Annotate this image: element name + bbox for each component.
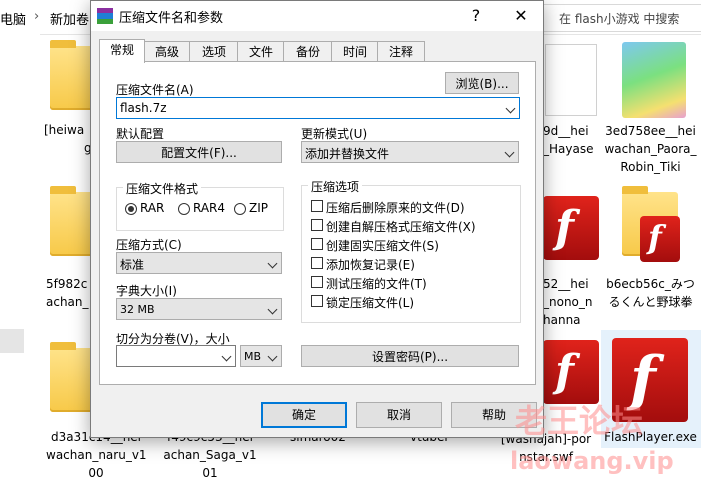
browse-button[interactable]: 浏览(B)...: [445, 72, 519, 94]
split-size-input[interactable]: [116, 345, 236, 367]
archive-params-dialog: 压缩文件名和参数 ? ✕ 常规 高级 选项 文件 备份 时间 注释 压缩文件名(…: [90, 0, 544, 438]
method-value: 标准: [120, 258, 145, 272]
flash-file-icon[interactable]: f: [543, 340, 599, 404]
option-test-label[interactable]: 测试压缩的文件(T): [326, 275, 427, 292]
navigation-pane: [0, 34, 40, 487]
format-rar4-label[interactable]: RAR4: [193, 201, 225, 215]
option-solid-label[interactable]: 创建固实压缩文件(S): [326, 237, 439, 254]
tab-backup[interactable]: 备份: [283, 41, 333, 62]
update-mode-select[interactable]: 添加并替换文件: [301, 141, 519, 163]
search-placeholder: 在 flash小游戏 中搜索: [559, 12, 680, 26]
option-checkbox[interactable]: [311, 295, 323, 307]
option-recovery-label[interactable]: 添加恢复记录(E): [326, 256, 415, 273]
default-profile-label: 默认配置: [116, 127, 165, 141]
chevron-down-icon[interactable]: [507, 105, 514, 112]
format-zip-label[interactable]: ZIP: [249, 201, 268, 215]
option-checkbox[interactable]: [311, 200, 323, 212]
archive-name-label: 压缩文件名(A): [116, 83, 194, 97]
breadcrumb-pc[interactable]: 电脑: [0, 9, 26, 28]
option-sfx-label[interactable]: 创建自解压格式压缩文件(X): [326, 218, 476, 235]
chevron-down-icon: [506, 149, 513, 156]
ok-button[interactable]: 确定: [261, 402, 347, 428]
anime-thumbnail-image[interactable]: [622, 42, 686, 118]
tab-files[interactable]: 文件: [237, 41, 285, 62]
tile-caption: 52__hei _nono_n hanna: [543, 277, 593, 327]
dict-size-select[interactable]: 32 MB: [116, 298, 282, 320]
tab-advanced[interactable]: 高级: [143, 41, 191, 62]
chevron-down-icon: [269, 353, 276, 360]
option-checkbox[interactable]: [311, 238, 323, 250]
profiles-button[interactable]: 配置文件(F)...: [116, 141, 282, 163]
breadcrumb-separator: ›: [34, 9, 40, 24]
method-label: 压缩方式(C): [116, 238, 182, 252]
document-icon[interactable]: [545, 44, 597, 116]
option-checkbox[interactable]: [311, 276, 323, 288]
nav-selected-item[interactable]: [0, 329, 24, 353]
watermark-url: laowang.vip: [510, 447, 674, 475]
update-mode-label: 更新模式(U): [301, 127, 368, 141]
flash-f-icon: f: [648, 218, 662, 256]
method-select[interactable]: 标准: [116, 252, 282, 274]
options-group-label: 压缩选项: [308, 178, 363, 195]
format-rar-label[interactable]: RAR: [140, 201, 164, 215]
dialog-titlebar[interactable]: 压缩文件名和参数 ? ✕: [91, 1, 543, 31]
options-group: 压缩选项 压缩后删除原来的文件(D) 创建自解压格式压缩文件(X) 创建固实压缩…: [301, 178, 521, 323]
tab-comment[interactable]: 注释: [377, 41, 425, 62]
option-delete-after-label[interactable]: 压缩后删除原来的文件(D): [326, 199, 465, 216]
chevron-down-icon: [269, 306, 276, 313]
update-mode-value: 添加并替换文件: [305, 147, 390, 161]
tab-options[interactable]: 选项: [189, 41, 239, 62]
option-checkbox[interactable]: [311, 257, 323, 269]
flash-f-icon: f: [555, 346, 574, 397]
search-input[interactable]: 在 flash小游戏 中搜索: [540, 4, 701, 32]
format-group: 压缩文件格式 RAR RAR4 ZIP: [116, 180, 284, 231]
tab-time[interactable]: 时间: [331, 41, 379, 62]
tile-caption: b6ecb56c_みつ るくんと野球拳: [606, 277, 695, 309]
flash-file-icon[interactable]: f: [543, 196, 599, 260]
split-unit-value: MB: [244, 350, 262, 363]
set-password-button[interactable]: 设置密码(P)...: [301, 345, 519, 367]
breadcrumb-folder[interactable]: 新加卷: [50, 9, 89, 28]
dict-size-label: 字典大小(I): [116, 284, 177, 298]
help-icon[interactable]: ?: [461, 5, 491, 27]
watermark-logo-text: 老王论坛: [515, 402, 644, 440]
tile-caption: 3ed758ee__hei wachan_Paora_ Robin_Tiki: [604, 124, 697, 174]
chevron-down-icon[interactable]: [223, 353, 230, 360]
winrar-icon: [97, 8, 113, 24]
option-lock-label[interactable]: 锁定压缩文件(L): [326, 294, 414, 311]
flash-f-icon: f: [555, 202, 574, 253]
format-radio-zip[interactable]: [234, 203, 246, 215]
general-tab-panel: 压缩文件名(A) 浏览(B)... flash.7z 默认配置 配置文件(F).…: [99, 61, 536, 385]
dict-size-value: 32 MB: [120, 303, 155, 316]
tile-caption: [heiwa g: [44, 123, 92, 155]
flash-file-icon: f: [640, 216, 680, 262]
archive-name-input[interactable]: flash.7z: [116, 97, 520, 119]
split-unit-select[interactable]: MB: [240, 345, 282, 367]
option-checkbox[interactable]: [311, 219, 323, 231]
tab-general[interactable]: 常规: [99, 39, 145, 63]
format-group-label: 压缩文件格式: [123, 180, 202, 197]
cancel-button[interactable]: 取消: [356, 402, 442, 428]
archive-name-value: flash.7z: [120, 101, 167, 115]
format-radio-rar4[interactable]: [178, 203, 190, 215]
close-icon[interactable]: ✕: [506, 5, 536, 27]
chevron-down-icon: [269, 260, 276, 267]
format-radio-rar[interactable]: [125, 203, 137, 215]
tile-caption: 5f982c achan_: [46, 277, 89, 309]
dialog-title: 压缩文件名和参数: [119, 11, 224, 26]
tile-caption: 9d__hei _Hayase: [543, 124, 594, 156]
